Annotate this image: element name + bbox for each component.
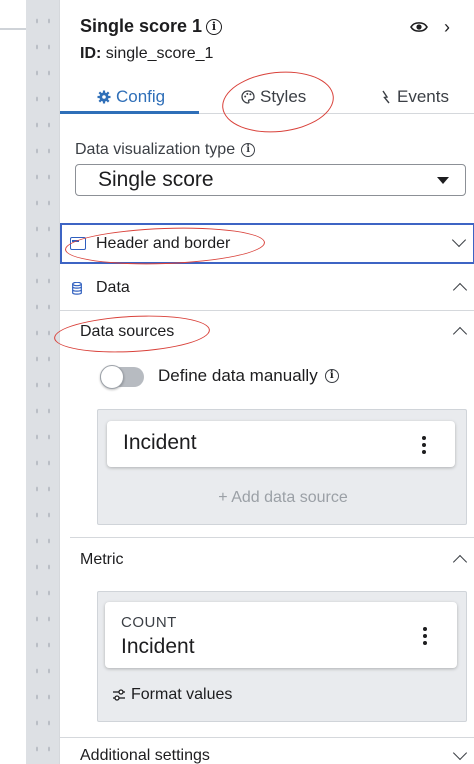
caret-down-icon — [437, 177, 449, 184]
section-data-sources[interactable]: Data sources — [60, 312, 474, 356]
chevron-down-icon[interactable] — [451, 232, 467, 248]
chevron-right-icon[interactable]: › — [444, 17, 450, 38]
define-data-manually-label: Define data manually i — [158, 366, 339, 386]
section-header-and-border[interactable]: Header and border — [60, 223, 474, 264]
data-source-card[interactable]: Incident — [107, 421, 455, 467]
format-values-label: Format values — [131, 686, 233, 703]
id-value: single_score_1 — [105, 45, 214, 62]
tab-config[interactable]: Config — [97, 87, 165, 107]
metric-table: Incident — [121, 635, 195, 658]
component-id: ID: single_score_1 — [80, 45, 213, 63]
canvas-divider — [0, 28, 26, 30]
config-panel: Single score 1 i › ID: single_score_1 Co… — [53, 0, 474, 764]
tab-events[interactable]: Events — [380, 87, 449, 107]
toggle-knob — [100, 365, 124, 389]
visualization-type-label: Data visualization type i — [75, 141, 256, 159]
tab-styles[interactable]: Styles — [241, 87, 306, 107]
window-icon — [70, 237, 86, 250]
define-data-manually-text: Define data manually — [158, 366, 318, 385]
info-icon[interactable]: i — [206, 19, 222, 35]
more-options-icon[interactable] — [422, 436, 426, 454]
visualization-type-select[interactable]: Single score — [75, 164, 466, 196]
section-divider — [70, 537, 474, 538]
chevron-up-icon[interactable] — [452, 326, 468, 342]
data-sources-container: Incident + Add data source — [97, 409, 467, 525]
add-data-source-button[interactable]: + Add data source — [98, 489, 468, 507]
tab-bar: Config Styles Events — [60, 82, 474, 114]
active-tab-indicator — [60, 111, 199, 114]
metric-card[interactable]: COUNT Incident — [105, 602, 457, 668]
section-data[interactable]: Data — [60, 267, 474, 311]
chevron-up-icon[interactable] — [452, 282, 468, 298]
id-label: ID: — [80, 45, 102, 62]
info-icon[interactable]: i — [324, 369, 339, 383]
visualization-type-value: Single score — [98, 168, 214, 191]
database-icon — [72, 282, 82, 295]
section-metric[interactable]: Metric — [60, 540, 474, 580]
section-additional-settings-label: Additional settings — [80, 747, 210, 764]
chevron-down-icon[interactable] — [452, 745, 468, 761]
visualization-type-text: Data visualization type — [75, 141, 236, 158]
metric-aggregation: COUNT — [121, 614, 177, 631]
format-values-button[interactable]: Format values — [112, 686, 232, 704]
canvas-grid-strip — [26, 0, 59, 764]
metric-container: COUNT Incident Format values — [97, 591, 467, 722]
canvas-area — [0, 0, 26, 764]
gear-icon — [97, 90, 111, 104]
data-source-name: Incident — [123, 431, 197, 454]
section-data-label: Data — [96, 279, 130, 296]
tab-events-label: Events — [397, 87, 449, 106]
section-additional-settings[interactable]: Additional settings — [60, 737, 474, 764]
section-data-sources-label: Data sources — [80, 323, 175, 340]
panel-title: Single score 1 — [80, 16, 203, 36]
tab-styles-label: Styles — [260, 87, 307, 106]
info-icon[interactable]: i — [241, 143, 256, 157]
section-metric-label: Metric — [80, 551, 124, 568]
sliders-icon — [113, 689, 125, 701]
section-header-and-border-label: Header and border — [96, 235, 231, 252]
lightning-icon — [382, 90, 390, 104]
eye-icon[interactable] — [410, 21, 428, 33]
define-data-manually-toggle[interactable] — [100, 365, 144, 389]
tab-config-label: Config — [116, 87, 166, 106]
palette-icon — [241, 90, 255, 104]
more-options-icon[interactable] — [423, 627, 427, 645]
chevron-up-icon[interactable] — [452, 554, 468, 570]
